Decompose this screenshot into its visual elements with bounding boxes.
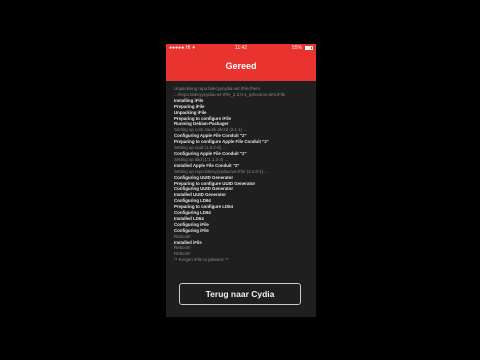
nav-title: Gereed: [225, 61, 257, 71]
battery-icon: [305, 46, 313, 50]
return-button-label: Terug naar Cydia: [205, 289, 275, 299]
status-bar: ●●●●● Hi ✈ 11:42 55%: [166, 44, 316, 52]
return-to-cydia-button[interactable]: Terug naar Cydia: [179, 283, 301, 305]
battery-percentage: 55%: [291, 45, 302, 51]
log-line: ** Kergen iFile to jailwenz **: [174, 257, 229, 263]
navigation-bar: Gereed: [166, 52, 316, 81]
device-screen: ●●●●● Hi ✈ 11:42 55% Gereed Unpackning r…: [166, 44, 316, 317]
install-log: Unpackning repo.bitecyycydia.net iFile t…: [174, 86, 312, 278]
